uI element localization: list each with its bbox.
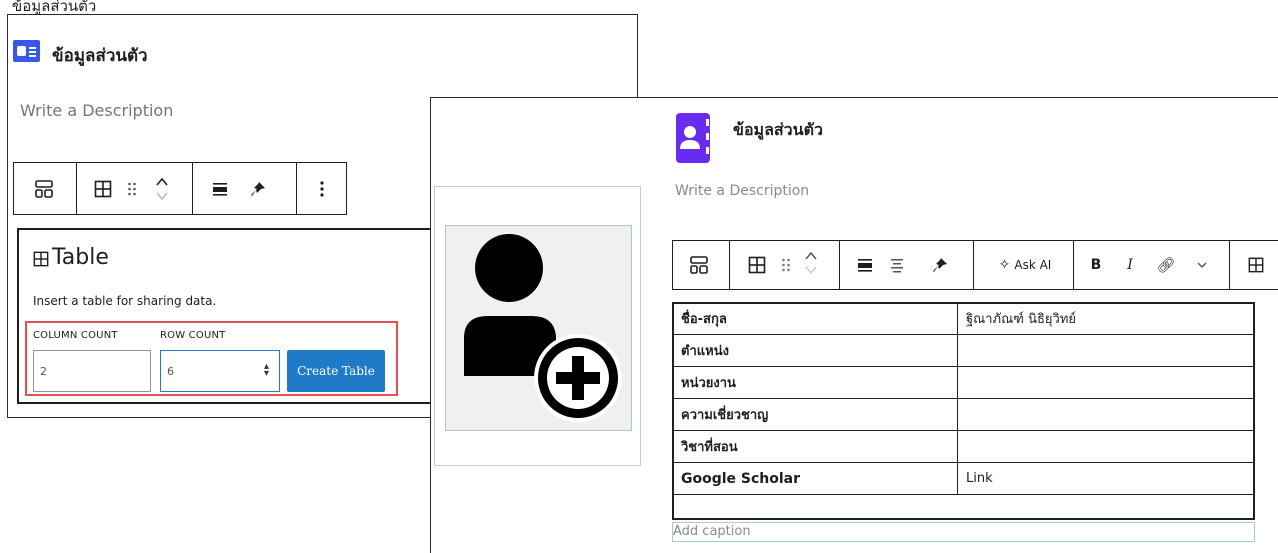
link-icon[interactable]: 🔗︎ [1155, 249, 1177, 281]
stepper-arrows-icon[interactable]: ▴ ▾ [264, 362, 269, 379]
chevron-down-icon[interactable] [1193, 249, 1211, 281]
table-cell-label[interactable]: Google Scholar [672, 462, 958, 495]
table-row: ตำแหน่ง [672, 334, 1255, 367]
drag-handle-icon[interactable] [122, 173, 142, 205]
column-count-input[interactable]: 2 [33, 350, 151, 392]
table-placeholder-instructions: Insert a table for sharing data. [33, 294, 217, 308]
table-cell-value[interactable]: ฐิณาภัณฑ์ นิธิยุวิทย์ [957, 302, 1255, 335]
table-cell-label[interactable]: ตำแหน่ง [672, 334, 958, 367]
table-cell-value[interactable] [957, 430, 1255, 463]
align-icon[interactable] [855, 249, 875, 281]
block-toolbar: ✧ Ask AI B I 🔗︎ [672, 240, 1278, 290]
parent-block-icon[interactable] [679, 249, 719, 281]
move-up-down-icon[interactable] [150, 173, 174, 205]
sparkle-icon: ✧ [998, 257, 1011, 273]
table-cell-label[interactable]: หน่วยงาน [672, 366, 958, 399]
table-icon[interactable] [90, 173, 116, 205]
align-icon[interactable] [208, 173, 232, 205]
italic-button[interactable]: I [1119, 249, 1141, 281]
table-cell-label[interactable]: ความเชี่ยวชาญ [672, 398, 958, 431]
row-count-input[interactable]: 6 ▴ ▾ [160, 350, 280, 392]
image-block[interactable] [445, 225, 632, 431]
block-title: ข้อมูลส่วนตัว [52, 46, 148, 66]
table-row: หน่วยงาน [672, 366, 1255, 399]
table-cell-value[interactable] [957, 334, 1255, 367]
more-options-icon[interactable] [310, 173, 334, 205]
move-up-down-icon[interactable] [801, 247, 821, 279]
drag-handle-icon[interactable] [777, 249, 795, 281]
table-cell-value[interactable]: Link [957, 462, 1255, 495]
column-count-label: COLUMN COUNT [33, 330, 118, 341]
table-cell-label[interactable]: วิชาที่สอน [672, 430, 958, 463]
block-toolbar [13, 162, 347, 215]
table-placeholder-title: Table [52, 245, 109, 270]
table-cell-value[interactable] [957, 398, 1255, 431]
table-row: วิชาที่สอน [672, 430, 1255, 463]
create-table-button[interactable]: Create Table [287, 350, 385, 392]
text-align-icon[interactable] [887, 249, 907, 281]
caption-placeholder[interactable]: Add caption [673, 524, 751, 539]
id-card-icon [13, 40, 40, 62]
table-icon[interactable] [745, 249, 769, 281]
contact-book-icon [676, 113, 710, 163]
edit-table-icon[interactable] [1245, 249, 1267, 281]
table-cell-label[interactable]: ชื่อ-สกุล [672, 302, 958, 335]
block-title: ข้อมูลส่วนตัว [733, 120, 823, 139]
table-row: Google Scholar Link [672, 462, 1255, 495]
ask-ai-button[interactable]: ✧ Ask AI [985, 249, 1065, 281]
add-user-icon [464, 234, 622, 422]
row-count-label: ROW COUNT [160, 330, 226, 341]
bold-button[interactable]: B [1085, 249, 1107, 281]
pin-icon[interactable] [929, 249, 951, 281]
parent-block-icon[interactable] [24, 173, 64, 205]
table-row: ความเชี่ยวชาญ [672, 398, 1255, 431]
table-row: ชื่อ-สกุล ฐิณาภัณฑ์ นิธิยุวิทย์ [672, 302, 1255, 335]
pin-icon[interactable] [246, 173, 270, 205]
profile-table: ชื่อ-สกุล ฐิณาภัณฑ์ นิธิยุวิทย์ ตำแหน่ง … [672, 302, 1255, 495]
description-placeholder[interactable]: Write a Description [675, 183, 809, 199]
caption-field[interactable] [672, 522, 1255, 542]
table-placeholder-icon [33, 251, 49, 271]
table-cell-value[interactable] [957, 366, 1255, 399]
description-placeholder[interactable]: Write a Description [20, 101, 173, 120]
